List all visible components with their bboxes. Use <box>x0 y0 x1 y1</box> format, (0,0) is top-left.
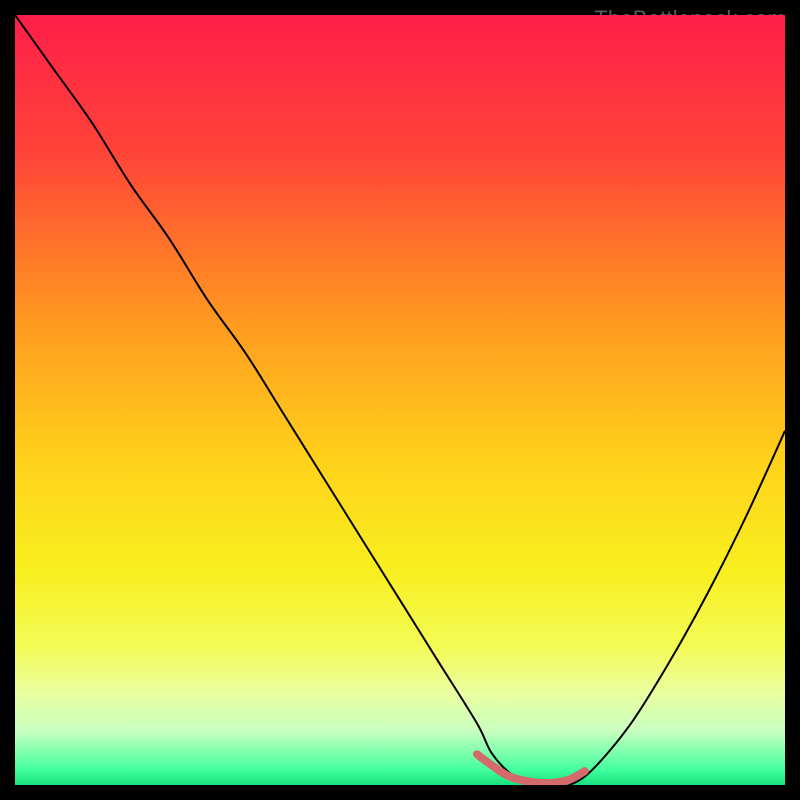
bottleneck-chart <box>15 15 785 785</box>
chart-frame: TheBottleneck.com <box>0 0 800 800</box>
gradient-backdrop <box>15 15 785 785</box>
